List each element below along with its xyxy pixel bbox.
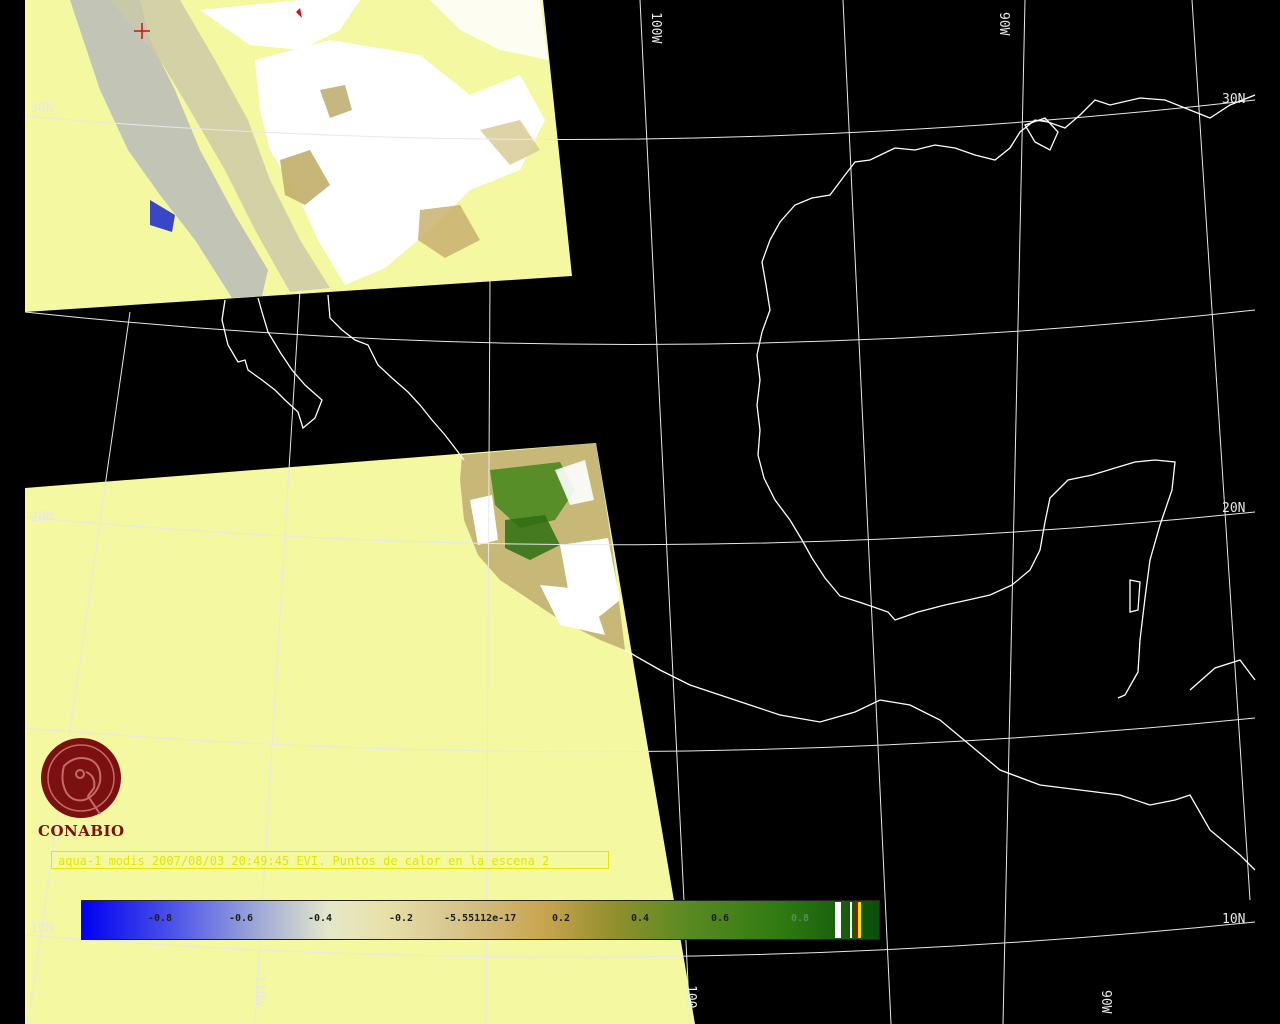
colorbar-tick-3: -0.4 bbox=[308, 913, 333, 924]
label-30n-right: 30N bbox=[1222, 92, 1245, 107]
label-90w-bottom: 90W bbox=[1098, 990, 1113, 1014]
label-20n-right: 20N bbox=[1222, 501, 1245, 516]
map-canvas: 100W 90W 30N 30N 20N 20N 10N 10N 110W 10… bbox=[24, 0, 1256, 1024]
label-20n-left: 20N bbox=[30, 510, 53, 525]
colorbar-tick-6: 0.2 bbox=[552, 913, 571, 924]
label-110w-bottom: 110W bbox=[252, 975, 267, 1006]
label-10n-left: 10N bbox=[30, 921, 53, 936]
label-100w-top: 100W bbox=[648, 12, 663, 43]
colorbar-tick-2: -0.6 bbox=[229, 913, 254, 924]
colorbar-white-stripe-2 bbox=[850, 902, 852, 938]
colorbar-tick-7: 0.4 bbox=[631, 913, 650, 924]
colorbar-tick-8: 0.6 bbox=[711, 913, 730, 924]
colorbar-tick-1: -0.8 bbox=[148, 913, 173, 924]
satellite-swath-upper bbox=[25, 0, 572, 312]
label-100w-bottom: 100 bbox=[683, 985, 698, 1008]
colorbar-tick-4: -0.2 bbox=[389, 913, 414, 924]
colorbar-white-stripe bbox=[835, 902, 841, 938]
colorbar-tick-9: 0.8 bbox=[791, 913, 810, 924]
label-90w-top: 90W bbox=[996, 12, 1011, 36]
image-caption: aqua-1 modis 2007/08/03 20:49:45 EVI. Pu… bbox=[51, 851, 609, 869]
label-30n-left: 30N bbox=[30, 101, 53, 116]
colorbar-tick-5: -5.55112e-17 bbox=[444, 913, 517, 924]
logo-text: CONABIO bbox=[38, 822, 125, 840]
label-10n-right: 10N bbox=[1222, 912, 1245, 927]
colorbar-yellow-stripe bbox=[858, 902, 861, 938]
